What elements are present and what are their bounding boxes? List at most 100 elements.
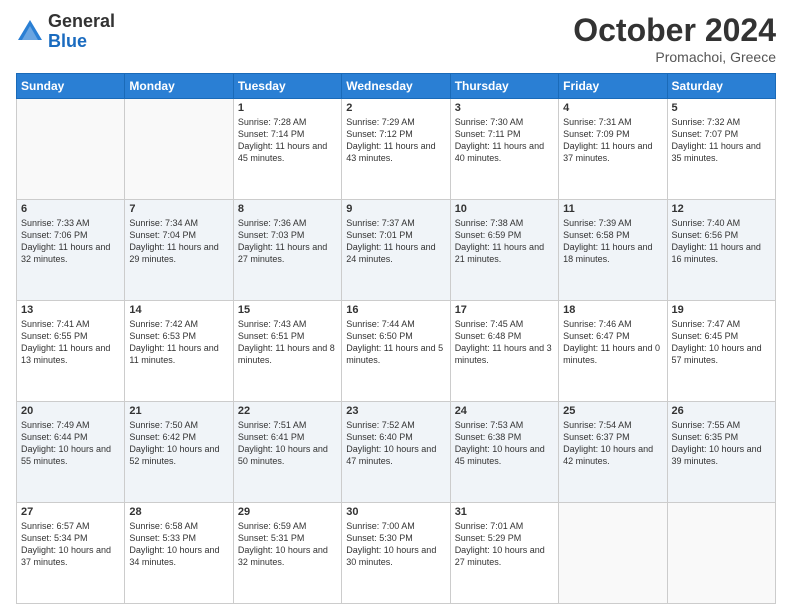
day-number: 24 — [455, 405, 554, 417]
table-row: 5 Sunrise: 7:32 AM Sunset: 7:07 PM Daylig… — [667, 99, 775, 200]
col-friday: Friday — [559, 74, 667, 99]
logo-text: General Blue — [48, 12, 115, 52]
table-row: 29 Sunrise: 6:59 AM Sunset: 5:31 PM Dayli… — [233, 503, 341, 604]
table-row: 2 Sunrise: 7:29 AM Sunset: 7:12 PM Daylig… — [342, 99, 450, 200]
day-content: Sunrise: 7:42 AM Sunset: 6:53 PM Dayligh… — [129, 318, 228, 367]
table-row: 18 Sunrise: 7:46 AM Sunset: 6:47 PM Dayli… — [559, 301, 667, 402]
day-content: Sunrise: 7:33 AM Sunset: 7:06 PM Dayligh… — [21, 217, 120, 266]
day-content: Sunrise: 7:37 AM Sunset: 7:01 PM Dayligh… — [346, 217, 445, 266]
day-content: Sunrise: 7:46 AM Sunset: 6:47 PM Dayligh… — [563, 318, 662, 367]
day-number: 29 — [238, 506, 337, 518]
table-row: 31Sunrise: 7:01 AM Sunset: 5:29 PM Dayli… — [450, 503, 558, 604]
table-row: 9 Sunrise: 7:37 AM Sunset: 7:01 PM Daylig… — [342, 200, 450, 301]
table-row: 23 Sunrise: 7:52 AM Sunset: 6:40 PM Dayli… — [342, 402, 450, 503]
table-row: 24Sunrise: 7:53 AM Sunset: 6:38 PM Dayli… — [450, 402, 558, 503]
day-number: 19 — [672, 304, 771, 316]
calendar-week-row: 6 Sunrise: 7:33 AM Sunset: 7:06 PM Daylig… — [17, 200, 776, 301]
col-saturday: Saturday — [667, 74, 775, 99]
day-number: 10 — [455, 203, 554, 215]
day-number: 9 — [346, 203, 445, 215]
table-row — [667, 503, 775, 604]
table-row: 4 Sunrise: 7:31 AM Sunset: 7:09 PM Daylig… — [559, 99, 667, 200]
day-number: 25 — [563, 405, 662, 417]
table-row: 20Sunrise: 7:49 AM Sunset: 6:44 PM Dayli… — [17, 402, 125, 503]
day-number: 7 — [129, 203, 228, 215]
table-row: 15 Sunrise: 7:43 AM Sunset: 6:51 PM Dayli… — [233, 301, 341, 402]
table-row: 25 Sunrise: 7:54 AM Sunset: 6:37 PM Dayli… — [559, 402, 667, 503]
col-wednesday: Wednesday — [342, 74, 450, 99]
day-content: Sunrise: 7:30 AM Sunset: 7:11 PM Dayligh… — [455, 116, 554, 165]
logo: General Blue — [16, 12, 115, 52]
page: General Blue October 2024 Promachoi, Gre… — [0, 0, 792, 612]
col-thursday: Thursday — [450, 74, 558, 99]
day-content: Sunrise: 7:31 AM Sunset: 7:09 PM Dayligh… — [563, 116, 662, 165]
day-number: 14 — [129, 304, 228, 316]
day-content: Sunrise: 7:38 AM Sunset: 6:59 PM Dayligh… — [455, 217, 554, 266]
day-content: Sunrise: 7:34 AM Sunset: 7:04 PM Dayligh… — [129, 217, 228, 266]
table-row — [125, 99, 233, 200]
day-number: 12 — [672, 203, 771, 215]
table-row: 16Sunrise: 7:44 AM Sunset: 6:50 PM Dayli… — [342, 301, 450, 402]
day-content: Sunrise: 7:51 AM Sunset: 6:41 PM Dayligh… — [238, 419, 337, 468]
table-row: 1Sunrise: 7:28 AM Sunset: 7:14 PM Daylig… — [233, 99, 341, 200]
table-row: 17Sunrise: 7:45 AM Sunset: 6:48 PM Dayli… — [450, 301, 558, 402]
day-number: 1 — [238, 102, 337, 114]
table-row: 11 Sunrise: 7:39 AM Sunset: 6:58 PM Dayli… — [559, 200, 667, 301]
day-number: 6 — [21, 203, 120, 215]
calendar-header-row: Sunday Monday Tuesday Wednesday Thursday… — [17, 74, 776, 99]
day-content: Sunrise: 6:58 AM Sunset: 5:33 PM Dayligh… — [129, 520, 228, 569]
day-content: Sunrise: 7:50 AM Sunset: 6:42 PM Dayligh… — [129, 419, 228, 468]
day-content: Sunrise: 7:36 AM Sunset: 7:03 PM Dayligh… — [238, 217, 337, 266]
day-number: 18 — [563, 304, 662, 316]
table-row: 14 Sunrise: 7:42 AM Sunset: 6:53 PM Dayli… — [125, 301, 233, 402]
day-content: Sunrise: 7:39 AM Sunset: 6:58 PM Dayligh… — [563, 217, 662, 266]
logo-blue: Blue — [48, 32, 115, 52]
table-row: 3Sunrise: 7:30 AM Sunset: 7:11 PM Daylig… — [450, 99, 558, 200]
day-number: 22 — [238, 405, 337, 417]
table-row: 19Sunrise: 7:47 AM Sunset: 6:45 PM Dayli… — [667, 301, 775, 402]
table-row: 21 Sunrise: 7:50 AM Sunset: 6:42 PM Dayli… — [125, 402, 233, 503]
table-row — [17, 99, 125, 200]
day-number: 5 — [672, 102, 771, 114]
table-row: 10 Sunrise: 7:38 AM Sunset: 6:59 PM Dayli… — [450, 200, 558, 301]
calendar-week-row: 13Sunrise: 7:41 AM Sunset: 6:55 PM Dayli… — [17, 301, 776, 402]
day-number: 27 — [21, 506, 120, 518]
day-content: Sunrise: 7:32 AM Sunset: 7:07 PM Dayligh… — [672, 116, 771, 165]
col-monday: Monday — [125, 74, 233, 99]
day-number: 28 — [129, 506, 228, 518]
day-number: 16 — [346, 304, 445, 316]
logo-general: General — [48, 12, 115, 32]
day-number: 4 — [563, 102, 662, 114]
day-content: Sunrise: 7:52 AM Sunset: 6:40 PM Dayligh… — [346, 419, 445, 468]
table-row: 7 Sunrise: 7:34 AM Sunset: 7:04 PM Daylig… — [125, 200, 233, 301]
table-row: 26Sunrise: 7:55 AM Sunset: 6:35 PM Dayli… — [667, 402, 775, 503]
logo-icon — [16, 18, 44, 46]
day-content: Sunrise: 7:55 AM Sunset: 6:35 PM Dayligh… — [672, 419, 771, 468]
month-year: October 2024 — [573, 12, 776, 49]
day-number: 13 — [21, 304, 120, 316]
day-number: 30 — [346, 506, 445, 518]
day-number: 15 — [238, 304, 337, 316]
day-number: 2 — [346, 102, 445, 114]
day-content: Sunrise: 7:29 AM Sunset: 7:12 PM Dayligh… — [346, 116, 445, 165]
day-content: Sunrise: 7:45 AM Sunset: 6:48 PM Dayligh… — [455, 318, 554, 367]
table-row: 27Sunrise: 6:57 AM Sunset: 5:34 PM Dayli… — [17, 503, 125, 604]
day-number: 11 — [563, 203, 662, 215]
calendar-week-row: 1Sunrise: 7:28 AM Sunset: 7:14 PM Daylig… — [17, 99, 776, 200]
day-content: Sunrise: 7:43 AM Sunset: 6:51 PM Dayligh… — [238, 318, 337, 367]
day-number: 21 — [129, 405, 228, 417]
day-content: Sunrise: 7:54 AM Sunset: 6:37 PM Dayligh… — [563, 419, 662, 468]
location: Promachoi, Greece — [573, 49, 776, 65]
col-tuesday: Tuesday — [233, 74, 341, 99]
table-row: 13Sunrise: 7:41 AM Sunset: 6:55 PM Dayli… — [17, 301, 125, 402]
day-content: Sunrise: 7:49 AM Sunset: 6:44 PM Dayligh… — [21, 419, 120, 468]
table-row: 12Sunrise: 7:40 AM Sunset: 6:56 PM Dayli… — [667, 200, 775, 301]
calendar-table: Sunday Monday Tuesday Wednesday Thursday… — [16, 73, 776, 604]
day-number: 23 — [346, 405, 445, 417]
day-content: Sunrise: 6:59 AM Sunset: 5:31 PM Dayligh… — [238, 520, 337, 569]
table-row: 28 Sunrise: 6:58 AM Sunset: 5:33 PM Dayli… — [125, 503, 233, 604]
table-row: 8Sunrise: 7:36 AM Sunset: 7:03 PM Daylig… — [233, 200, 341, 301]
day-number: 31 — [455, 506, 554, 518]
table-row: 22 Sunrise: 7:51 AM Sunset: 6:41 PM Dayli… — [233, 402, 341, 503]
day-content: Sunrise: 7:00 AM Sunset: 5:30 PM Dayligh… — [346, 520, 445, 569]
